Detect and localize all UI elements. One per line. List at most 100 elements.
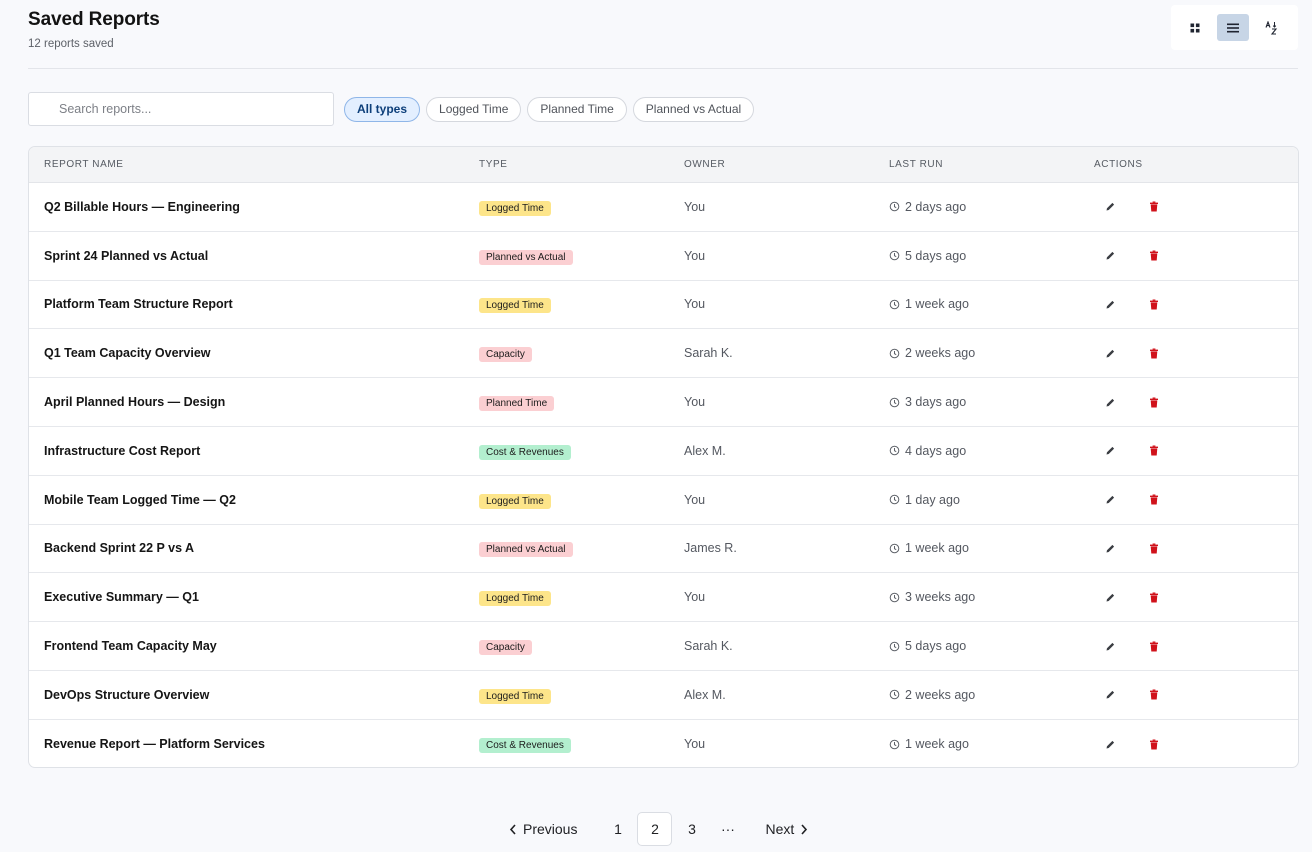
table-row[interactable]: Q2 Billable Hours — Engineering Logged Ti… [29,183,1298,232]
report-name[interactable]: Q2 Billable Hours — Engineering [44,200,240,214]
previous-label: Previous [523,821,578,837]
report-name[interactable]: Q1 Team Capacity Overview [44,346,211,360]
column-header-actions: ACTIONS [1094,159,1143,170]
pencil-icon [1106,496,1114,504]
pencil-icon [1106,447,1114,455]
list-view-button[interactable] [1217,14,1249,41]
report-name[interactable]: Mobile Team Logged Time — Q2 [44,493,236,507]
table-row[interactable]: Infrastructure Cost Report Cost & Revenue… [29,427,1298,476]
edit-button[interactable] [1100,636,1120,656]
edit-button[interactable] [1100,587,1120,607]
column-header-report-name[interactable]: REPORT NAME [29,159,479,170]
delete-button[interactable] [1144,587,1164,607]
trash-icon [1150,201,1158,212]
last-run-text: 1 week ago [905,297,969,312]
edit-button[interactable] [1100,441,1120,461]
grid-view-button[interactable] [1179,14,1211,41]
type-badge-logged-time: Logged Time [479,298,551,314]
delete-button[interactable] [1144,197,1164,217]
type-cell: Logged Time [479,588,684,607]
trash-icon [1150,641,1158,652]
table-row[interactable]: Frontend Team Capacity May Capacity Sarah … [29,622,1298,671]
column-header-last-run[interactable]: LAST RUN [889,159,1094,170]
page-1-button[interactable]: 1 [600,812,635,846]
table-row[interactable]: Executive Summary — Q1 Logged Time You 3 we… [29,573,1298,623]
table-row[interactable]: Mobile Team Logged Time — Q2 Logged Time Y… [29,476,1298,525]
table-row[interactable]: Q1 Team Capacity Overview Capacity Sarah K… [29,329,1298,379]
page-3-button[interactable]: 3 [674,812,709,846]
report-name[interactable]: DevOps Structure Overview [44,688,209,702]
report-name[interactable]: April Planned Hours — Design [44,395,225,409]
report-name[interactable]: Revenue Report — Platform Services [44,737,265,751]
report-name-cell: Platform Team Structure Report [29,295,479,313]
actions-cell [1094,441,1294,461]
type-badge-logged-time: Logged Time [479,688,551,704]
edit-button[interactable] [1100,392,1120,412]
delete-button[interactable] [1144,734,1164,754]
owner-name: You [684,199,706,214]
previous-page-button[interactable]: Previous [501,812,585,846]
table-row[interactable]: Sprint 24 Planned vs Actual Planned vs Ac… [29,232,1298,281]
table-row[interactable]: Revenue Report — Platform Services Cost &… [29,720,1298,767]
pencil-icon [1106,203,1114,211]
owner-cell: You [684,735,889,753]
delete-button[interactable] [1144,392,1164,412]
last-run-cell: 5 days ago [889,249,1094,263]
type-badge-logged-time: Logged Time [479,200,551,216]
type-badge-capacity: Capacity [479,347,532,363]
clock-icon [889,592,900,603]
report-name[interactable]: Sprint 24 Planned vs Actual [44,249,208,263]
type-cell: Logged Time [479,198,684,216]
delete-button[interactable] [1144,343,1164,363]
page-2-button[interactable]: 2 [637,812,673,846]
last-run-text: 2 weeks ago [905,346,976,361]
table-row[interactable]: DevOps Structure Overview Logged Time Alex… [29,671,1298,720]
type-cell: Planned vs Actual [479,247,684,265]
last-run: 1 week ago [889,297,1094,311]
edit-button[interactable] [1100,294,1120,314]
next-page-button[interactable]: Next [757,812,816,846]
edit-button[interactable] [1100,343,1120,363]
filter-chip-all-types[interactable]: All types [344,96,421,122]
trash-icon [1150,543,1158,554]
sort-az-button[interactable] [1255,14,1287,41]
table-row[interactable]: Backend Sprint 22 P vs A Planned vs Actua… [29,525,1298,574]
column-header-owner[interactable]: OWNER [684,159,889,170]
report-name[interactable]: Infrastructure Cost Report [44,444,200,458]
trash-icon [1150,592,1158,603]
edit-button[interactable] [1100,538,1120,558]
report-name[interactable]: Executive Summary — Q1 [44,590,199,604]
report-name[interactable]: Platform Team Structure Report [44,297,233,311]
owner-name: You [684,492,706,507]
report-name[interactable]: Frontend Team Capacity May [44,639,217,653]
table-row[interactable]: Platform Team Structure Report Logged Tim… [29,281,1298,330]
filter-chip-planned-time[interactable]: Planned Time [527,96,627,122]
delete-button[interactable] [1144,636,1164,656]
edit-button[interactable] [1100,490,1120,510]
owner-cell: Alex M. [684,686,889,704]
last-run: 3 days ago [889,395,1094,409]
delete-button[interactable] [1144,538,1164,558]
delete-button[interactable] [1144,246,1164,266]
filter-chip-logged-time[interactable]: Logged Time [426,96,522,122]
edit-button[interactable] [1100,734,1120,754]
delete-button[interactable] [1144,294,1164,314]
filter-chip-planned-vs-actual[interactable]: Planned vs Actual [632,96,755,122]
report-name-cell: Sprint 24 Planned vs Actual [29,247,479,265]
edit-button[interactable] [1100,197,1120,217]
delete-button[interactable] [1144,441,1164,461]
clock-icon [889,299,900,310]
column-header-type[interactable]: TYPE [479,159,684,170]
report-name-cell: Frontend Team Capacity May [29,637,479,655]
edit-button[interactable] [1100,685,1120,705]
table-body: Q2 Billable Hours — Engineering Logged Ti… [29,183,1298,767]
report-name[interactable]: Backend Sprint 22 P vs A [44,541,194,555]
last-run-cell: 1 week ago [889,737,1094,751]
search-input[interactable] [59,102,319,116]
edit-button[interactable] [1100,246,1120,266]
clock-icon [889,739,900,749]
last-run-cell: 5 days ago [889,639,1094,653]
table-row[interactable]: April Planned Hours — Design Planned Time… [29,378,1298,427]
delete-button[interactable] [1144,490,1164,510]
delete-button[interactable] [1144,685,1164,705]
